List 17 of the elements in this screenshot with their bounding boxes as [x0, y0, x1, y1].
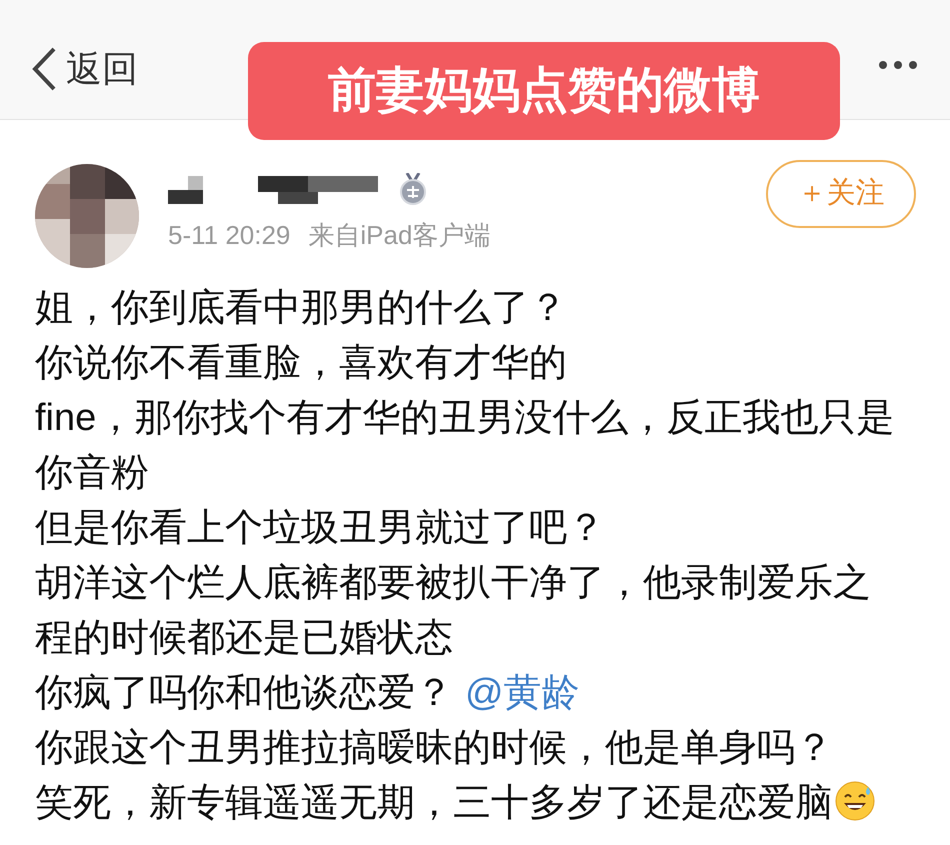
mention-link[interactable]: @黄龄	[465, 672, 580, 714]
post-text: 胡洋这个烂人底裤都要被扒干净了，他录制爱乐之程的时候都还是已婚状态	[35, 562, 871, 659]
back-button[interactable]: 返回	[30, 42, 138, 96]
post-source: 来自iPad客户端	[308, 219, 490, 252]
post-text: 但是你看上个垃圾丑男就过了吧？	[35, 507, 605, 549]
follow-button[interactable]: ＋关注	[766, 160, 916, 228]
medal-icon	[398, 173, 428, 205]
post-text: 笑死，新专辑遥遥无期，三十多岁了还是恋爱脑	[35, 782, 833, 824]
post-text: 姐，你到底看中那男的什么了？	[35, 287, 567, 329]
post-text: 你跟这个丑男推拉搞暧昧的时候，他是单身吗？	[35, 727, 833, 769]
overlay-banner: 前妻妈妈点赞的微博	[248, 42, 840, 140]
post-text: 你疯了吗你和他谈恋爱？	[35, 672, 453, 714]
post-text: 你说你不看重脸，喜欢有才华的	[35, 342, 567, 384]
more-icon[interactable]	[878, 60, 918, 70]
post-time: 5-11 20:29	[168, 219, 290, 252]
post-text: fine，那你找个有才华的丑男没什么，反正我也只是你音粉	[35, 397, 894, 494]
back-icon	[30, 46, 58, 92]
